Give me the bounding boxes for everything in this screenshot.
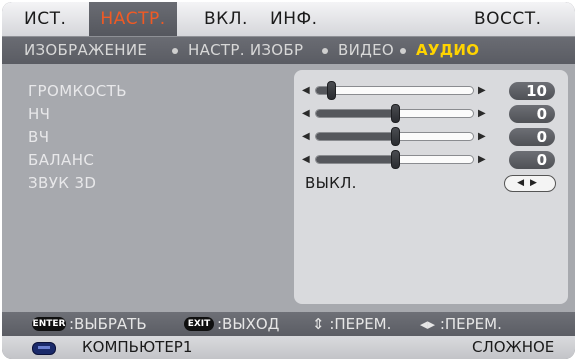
move-horizontal-hint: ◂▸ :ПЕРЕМ. <box>420 315 502 333</box>
sound-3d-label: ЗВУК 3D <box>28 174 97 192</box>
volume-label: ГРОМКОСТЬ <box>28 82 127 100</box>
main-tab-bar: ИСТ. НАСТР. ВКЛ. ИНФ. ВОССТ. <box>2 2 575 37</box>
computer-source-icon <box>32 342 56 355</box>
slider-thumb[interactable] <box>391 150 400 169</box>
subtab-video[interactable]: ВИДЕО <box>338 37 394 64</box>
tab-setup[interactable]: НАСТР. <box>89 2 177 36</box>
volume-value: 10 <box>509 82 555 100</box>
balance-value: 0 <box>509 151 555 169</box>
subtab-image[interactable]: ИЗОБРАЖЕНИЕ <box>24 37 147 64</box>
balance-slider[interactable]: ◀ ▶ 0 <box>302 150 564 170</box>
audio-settings-content: ГРОМКОСТЬ НЧ ВЧ БАЛАНС ЗВУК 3D ◀ ▶ 10 ◀ … <box>2 64 575 312</box>
separator-dot <box>322 48 328 54</box>
increase-arrow-icon[interactable]: ▶ <box>478 108 486 119</box>
treble-slider[interactable]: ◀ ▶ 0 <box>302 127 564 147</box>
slider-thumb[interactable] <box>391 104 400 123</box>
tab-reset[interactable]: ВОССТ. <box>474 2 542 36</box>
tab-on[interactable]: ВКЛ. <box>204 2 248 36</box>
decrease-arrow-icon[interactable]: ◀ <box>302 131 310 142</box>
increase-arrow-icon[interactable]: ▶ <box>478 131 486 142</box>
increase-arrow-icon[interactable]: ▶ <box>478 154 486 165</box>
slider-thumb[interactable] <box>391 127 400 146</box>
separator-dot <box>400 48 406 54</box>
status-bar: КОМПЬЮТЕР1 СЛОЖНОЕ <box>2 336 575 359</box>
slider-thumb[interactable] <box>327 81 336 100</box>
subtab-image-settings[interactable]: НАСТР. ИЗОБР <box>188 37 303 64</box>
separator-dot <box>172 48 178 54</box>
slider-fill <box>316 156 396 163</box>
select-hint: :ВЫБРАТЬ <box>69 315 147 333</box>
balance-label: БАЛАНС <box>28 151 95 169</box>
exit-hint: :ВЫХОД <box>217 315 280 333</box>
bass-slider[interactable]: ◀ ▶ 0 <box>302 104 564 124</box>
sub-tab-bar: ИЗОБРАЖЕНИЕ НАСТР. ИЗОБР ВИДЕО АУДИО <box>2 37 575 64</box>
slider-track[interactable] <box>315 86 474 95</box>
sound-3d-toggle[interactable]: ◀▶ <box>504 175 556 192</box>
subtab-audio[interactable]: АУДИО <box>416 37 479 64</box>
input-source: КОМПЬЮТЕР1 <box>82 338 193 356</box>
decrease-arrow-icon[interactable]: ◀ <box>302 108 310 119</box>
slider-fill <box>316 110 396 117</box>
bass-label: НЧ <box>28 105 51 123</box>
menu-mode: СЛОЖНОЕ <box>472 338 555 356</box>
key-hint-bar: ENTER :ВЫБРАТЬ EXIT :ВЫХОД ⇕ :ПЕРЕМ. ◂▸ … <box>2 312 575 336</box>
bass-value: 0 <box>509 105 555 123</box>
volume-slider[interactable]: ◀ ▶ 10 <box>302 81 564 101</box>
projector-menu: ИСТ. НАСТР. ВКЛ. ИНФ. ВОССТ. ИЗОБРАЖЕНИЕ… <box>2 2 575 359</box>
move-vertical-hint: ⇕ :ПЕРЕМ. <box>312 315 392 333</box>
tab-source[interactable]: ИСТ. <box>24 2 66 36</box>
treble-value: 0 <box>509 128 555 146</box>
exit-key-icon: EXIT <box>184 317 214 331</box>
increase-arrow-icon[interactable]: ▶ <box>478 85 486 96</box>
enter-key-icon: ENTER <box>32 317 66 331</box>
decrease-arrow-icon[interactable]: ◀ <box>302 85 310 96</box>
treble-label: ВЧ <box>28 128 50 146</box>
tab-info[interactable]: ИНФ. <box>270 2 318 36</box>
sound-3d-value: ВЫКЛ. <box>305 174 357 192</box>
slider-fill <box>316 133 396 140</box>
decrease-arrow-icon[interactable]: ◀ <box>302 154 310 165</box>
